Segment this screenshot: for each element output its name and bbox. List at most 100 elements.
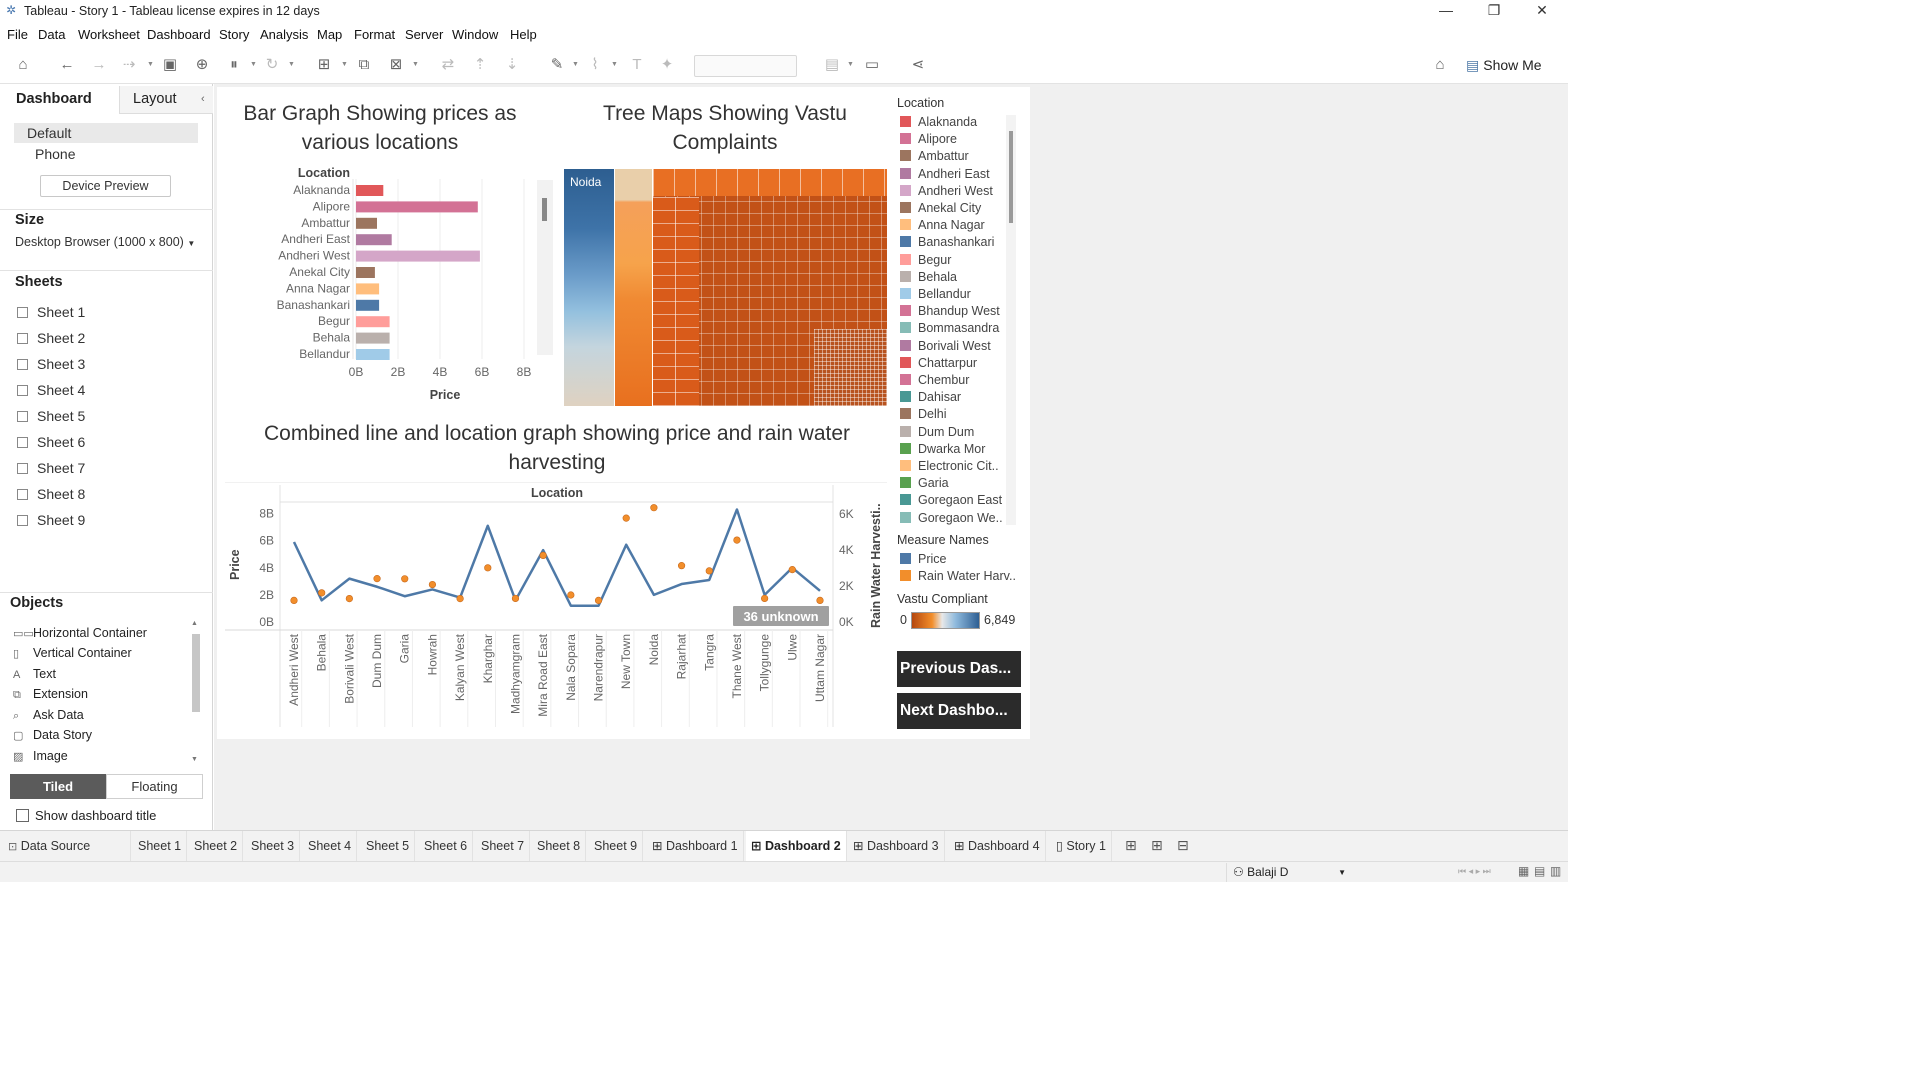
redo-icon[interactable]: → [89,55,109,75]
device-phone[interactable]: Phone [35,146,75,162]
legend-item[interactable]: Alipore [900,131,957,148]
show-title-checkbox[interactable]: Show dashboard title [16,808,156,823]
object-item[interactable]: ▨ Image [13,747,68,765]
size-dropdown[interactable]: Desktop Browser (1000 x 800) ▼ [15,235,195,249]
minimize-icon[interactable]: — [1426,2,1466,22]
legend-scrollbar[interactable] [1006,115,1016,525]
treemap-dense-corner[interactable] [814,329,887,406]
new-worksheet-tab-icon[interactable]: ⊞ [1125,837,1137,854]
labels-icon[interactable]: T [627,55,647,75]
menu-server[interactable]: Server [405,27,443,42]
chevron-down-icon[interactable]: ▼ [250,61,257,68]
close-icon[interactable]: ✕ [1522,2,1562,22]
floating-button[interactable]: Floating [106,774,203,799]
tab-dashboard[interactable]: Dashboard [0,86,119,114]
tab-dashboard-3[interactable]: ⊞ Dashboard 3 [848,831,945,862]
new-story-tab-icon[interactable]: ⊟ [1177,837,1189,854]
duplicate-icon[interactable]: ⧉ [354,55,374,75]
legend-item[interactable]: Borivali West [900,338,991,355]
vastu-gradient[interactable] [911,612,980,629]
sheet-item[interactable]: Sheet 5 [17,405,85,427]
chevron-down-icon[interactable]: ▼ [412,61,419,68]
sheet-item[interactable]: Sheet 9 [17,509,85,531]
device-preview-button[interactable]: Device Preview [40,175,171,197]
presentation-mode-icon[interactable]: ▭ [862,55,882,75]
filmstrip-view-icon[interactable]: ▤ [1534,864,1545,878]
menu-dashboard[interactable]: Dashboard [147,27,211,42]
line-chart[interactable]: Price Rain Water Harvesti.. Location 36 … [217,482,892,732]
tab-sheet-6[interactable]: Sheet 6 [419,831,474,862]
tab-sheet-5[interactable]: Sheet 5 [361,831,416,862]
grid-view-icon[interactable]: ▦ [1518,864,1529,878]
legend-item[interactable]: Alaknanda [900,114,977,131]
sheet-item[interactable]: Sheet 1 [17,301,85,323]
legend-item[interactable]: Dwarka Mor [900,441,985,458]
legend-item[interactable]: Anna Nagar [900,217,985,234]
format-workbook-icon[interactable]: ⌂ [1430,55,1450,75]
home-icon[interactable]: ⌂ [13,55,33,75]
chevron-down-icon[interactable]: ▼ [572,61,579,68]
legend-item[interactable]: Banashankari [900,234,994,251]
legend-item[interactable]: Ambattur [900,148,969,165]
object-item[interactable]: ▢ Data Story [13,726,92,744]
tab-dashboard-2[interactable]: ⊞ Dashboard 2 [746,831,847,862]
menu-story[interactable]: Story [219,27,249,42]
legend-item[interactable]: Electronic Cit.. [900,458,999,475]
treemap-noida[interactable] [564,169,614,406]
chevron-down-icon[interactable]: ▼ [341,61,348,68]
sheet-item[interactable]: Sheet 2 [17,327,85,349]
legend-item[interactable]: Dahisar [900,389,961,406]
measure-legend-item[interactable]: Price [900,551,946,568]
pause-updates-icon[interactable]: ⏸ [224,55,244,75]
tab-sheet-8[interactable]: Sheet 8 [532,831,587,862]
sort-ascending-icon[interactable]: ⇡ [470,55,490,75]
tabs-view-icon[interactable]: ▥ [1550,864,1561,878]
legend-scroll-thumb[interactable] [1009,131,1013,223]
clear-sheet-icon[interactable]: ⊠ [386,55,406,75]
new-datasource-icon[interactable]: ⊕ [192,55,212,75]
undo-icon[interactable]: ← [57,55,77,75]
object-item[interactable]: ⧉ Extension [13,685,88,703]
treemap[interactable]: Noida [564,169,887,406]
legend-item[interactable]: Chembur [900,372,969,389]
legend-item[interactable]: Behala [900,269,957,286]
object-item[interactable]: ▭▭Horizontal Container [13,624,147,642]
scroll-down-icon[interactable]: ▼ [191,756,198,763]
chevron-down-icon[interactable]: ▼ [847,61,854,68]
legend-item[interactable]: Garia [900,475,949,492]
object-item[interactable]: ▯ Vertical Container [13,644,132,662]
next-dashboard-button[interactable]: Next Dashbo... [897,693,1021,729]
chevron-down-icon[interactable]: ▼ [288,61,295,68]
legend-item[interactable]: Anekal City [900,200,981,217]
object-item[interactable]: ⌕ Ask Data [13,706,84,724]
legend-item[interactable]: Chattarpur [900,355,977,372]
tab-sheet-7[interactable]: Sheet 7 [476,831,531,862]
user-menu[interactable]: ⚇ Balaji D ▼ [1226,863,1352,882]
replay-icon[interactable]: ⇢ [119,55,139,75]
previous-dashboard-button[interactable]: Previous Das... [897,651,1021,687]
tab-story-1[interactable]: ▯ Story 1 [1051,831,1112,862]
tab-dashboard-4[interactable]: ⊞ Dashboard 4 [949,831,1046,862]
pin-icon[interactable]: ✦ [657,55,677,75]
tiled-button[interactable]: Tiled [10,774,106,799]
legend-item[interactable]: Begur [900,252,951,269]
sheet-item[interactable]: Sheet 6 [17,431,85,453]
legend-item[interactable]: Goregaon We.. [900,510,1003,527]
menu-file[interactable]: File [7,27,28,42]
menu-worksheet[interactable]: Worksheet [78,27,140,42]
treemap-top-row[interactable] [653,169,887,196]
treemap-left-strip[interactable] [653,197,699,406]
legend-item[interactable]: Bommasandra [900,320,999,337]
restore-icon[interactable]: ❐ [1474,2,1514,22]
group-icon[interactable]: ⌇ [585,55,605,75]
bar-chart[interactable]: 0B 2B 4B 6B 8B Location Price Alaknanda Alipore A… [217,87,557,412]
tab-layout[interactable]: Layout ‹ [119,86,213,114]
swap-icon[interactable]: ⇄ [438,55,458,75]
tab-sheet-2[interactable]: Sheet 2 [189,831,244,862]
objects-scrollbar[interactable]: ▲ ▼ [191,620,201,766]
legend-item[interactable]: Dum Dum [900,424,974,441]
refresh-icon[interactable]: ↻ [262,55,282,75]
tab-data-source[interactable]: ⊡ Data Source [3,831,131,862]
chevron-down-icon[interactable]: ▼ [611,61,618,68]
new-worksheet-icon[interactable]: ⊞ [314,55,334,75]
